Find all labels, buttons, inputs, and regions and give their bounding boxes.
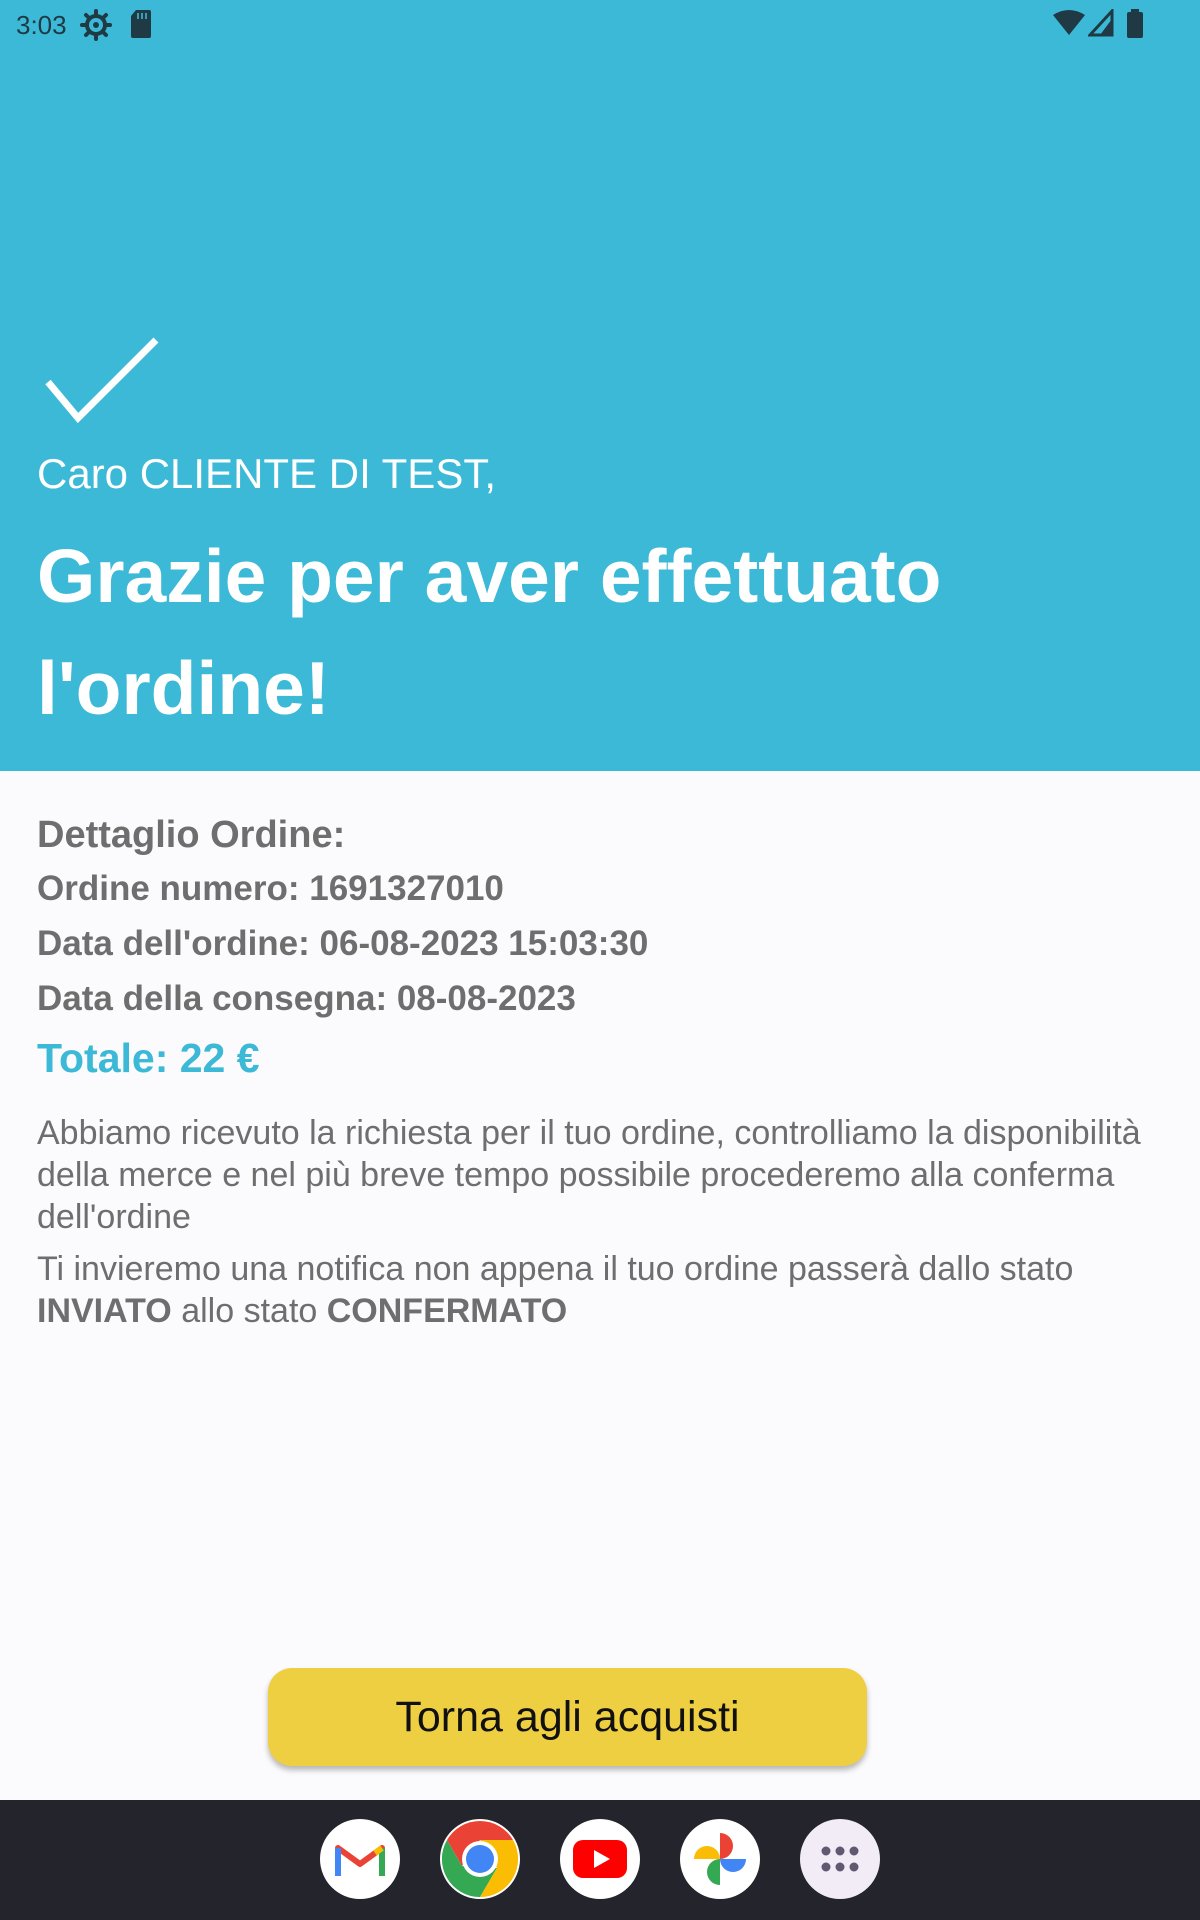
wifi-icon [1053, 10, 1085, 35]
order-details: Dettaglio Ordine: Ordine numero: 1691327… [37, 810, 1167, 1025]
app-drawer-button[interactable] [800, 1819, 880, 1899]
photos-app[interactable] [680, 1819, 760, 1899]
battery-icon [1127, 9, 1143, 38]
youtube-app[interactable] [560, 1819, 640, 1899]
chrome-icon [441, 1820, 519, 1898]
status-time: 3:03 [16, 10, 67, 40]
status-from: INVIATO [37, 1292, 172, 1330]
status-to: CONFERMATO [326, 1292, 568, 1330]
order-details-title: Dettaglio Ordine: [37, 814, 346, 856]
order-received-text: Abbiamo ricevuto la richiesta per il tuo… [37, 1114, 1141, 1236]
gmail-app[interactable] [320, 1819, 400, 1899]
greeting: Caro CLIENTE DI TEST, [37, 450, 497, 497]
app-dock [0, 1800, 1200, 1920]
cell-signal-icon [1088, 9, 1114, 37]
thank-you-headline: Grazie per aver effettuato l'ordine! [37, 534, 942, 730]
app-drawer-icon [821, 1846, 859, 1872]
order-date: Data dell'ordine: 06-08-2023 15:03:30 [37, 924, 649, 963]
photos-icon [694, 1833, 746, 1885]
order-confirmation-header: 3:03 Caro CLIENTE DI TEST, Grazie per av… [0, 0, 1200, 771]
youtube-icon [573, 1840, 627, 1878]
notification-text: Ti invieremo una notifica non appena il … [37, 1248, 1177, 1332]
gmail-icon [335, 1845, 385, 1876]
status-bar: 3:03 [0, 0, 1200, 50]
notification-text-middle: allo stato [171, 1292, 327, 1330]
back-to-shopping-button[interactable]: Torna agli acquisti [268, 1668, 867, 1766]
delivery-date: Data della consegna: 08-08-2023 [37, 979, 576, 1018]
order-number: Ordine numero: 1691327010 [37, 869, 504, 908]
chrome-app[interactable] [440, 1819, 520, 1899]
settings-gear-icon [80, 9, 112, 41]
order-total: Totale: 22 € [37, 1035, 260, 1081]
checkmark-icon [45, 337, 159, 424]
order-message: Abbiamo ricevuto la richiesta per il tuo… [37, 1112, 1177, 1332]
sd-card-icon [131, 10, 151, 38]
notification-text-prefix: Ti invieremo una notifica non appena il … [37, 1250, 1074, 1288]
